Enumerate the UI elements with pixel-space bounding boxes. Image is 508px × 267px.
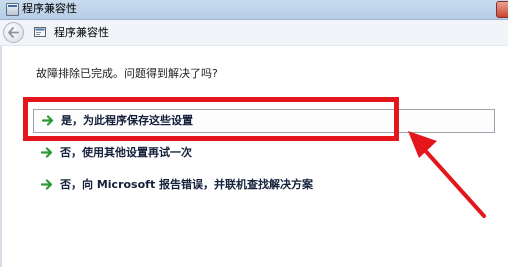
annotation-arrow-icon bbox=[408, 131, 486, 218]
